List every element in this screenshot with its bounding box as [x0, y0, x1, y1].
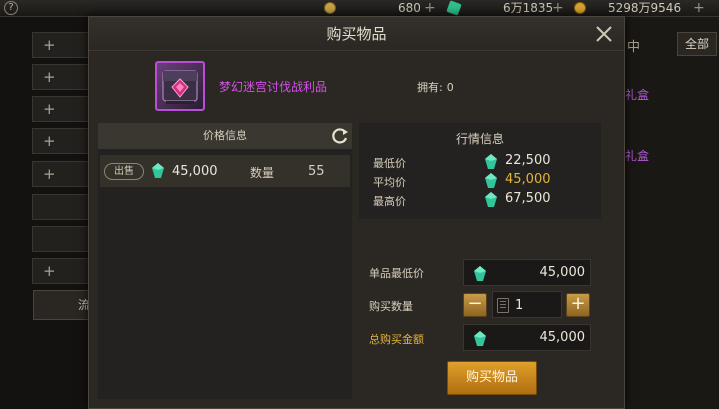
- help-icon[interactable]: ?: [4, 1, 18, 15]
- market-value-min: 22,500: [505, 153, 551, 168]
- left-bottom-button[interactable]: 流: [33, 290, 91, 320]
- green-gem-icon: [485, 154, 497, 169]
- slot-add-4[interactable]: +: [32, 128, 92, 154]
- market-value-max: 67,500: [505, 191, 551, 206]
- market-label-min: 最低价: [373, 157, 406, 170]
- market-row-min: 最低价 22,500: [359, 153, 601, 171]
- qty-input[interactable]: [515, 295, 555, 315]
- all-filter-button[interactable]: 全部: [677, 32, 717, 56]
- qty-stepper: [492, 291, 562, 318]
- calculator-icon[interactable]: [497, 298, 509, 313]
- green-gem-icon: [485, 173, 497, 188]
- add-currency2-button[interactable]: +: [552, 0, 564, 16]
- total-amount-label: 总购买金额: [369, 333, 424, 346]
- listing-qty-value: 55: [308, 164, 325, 179]
- decrease-qty-button[interactable]: −: [463, 293, 487, 317]
- slot-add-1[interactable]: +: [32, 32, 92, 58]
- listing-qty-label: 数量: [250, 166, 275, 180]
- top-currency-bar: ? 680 + 6万1835 + 5298万9546 +: [0, 0, 719, 17]
- market-value-avg: 45,000: [505, 172, 551, 187]
- owned-label: 拥有:: [417, 81, 443, 94]
- gold-coin-icon: [574, 2, 586, 14]
- increase-qty-button[interactable]: +: [566, 293, 590, 317]
- left-slot-list: + + + + + +: [32, 28, 92, 328]
- price-info-panel: 价格信息 出售 45,000 数量 55: [98, 123, 352, 399]
- slot-add-3[interactable]: +: [32, 96, 92, 122]
- listing-row[interactable]: 出售 45,000 数量 55: [100, 155, 350, 187]
- coin-icon: [324, 2, 336, 14]
- market-info-panel: 行情信息 最低价 22,500 平均价 45,000 最高价 67,500: [359, 123, 601, 219]
- owned-value: 0: [446, 81, 454, 94]
- listing-price: 45,000: [172, 164, 218, 179]
- green-gem-icon: [474, 266, 486, 281]
- refresh-icon[interactable]: [330, 126, 350, 146]
- add-currency1-button[interactable]: +: [424, 0, 436, 16]
- slot-add-2[interactable]: +: [32, 64, 92, 90]
- currency2-value: 6万1835: [503, 1, 554, 15]
- unit-min-price-label: 单品最低价: [369, 267, 424, 280]
- list-item-fragment-1[interactable]: 礼盒: [625, 86, 649, 103]
- treasure-chest-icon: [155, 61, 205, 111]
- green-gem-icon: [485, 192, 497, 207]
- unit-min-price-field: 45,000: [463, 259, 591, 286]
- sell-tag: 出售: [104, 163, 144, 180]
- green-gem-icon: [474, 331, 486, 346]
- slot-empty-7[interactable]: [32, 226, 92, 252]
- tab-fragment[interactable]: 中: [627, 36, 640, 55]
- buy-item-button[interactable]: 购买物品: [447, 361, 537, 395]
- price-info-title: 价格信息: [203, 129, 247, 142]
- owned-count: 拥有: 0: [417, 79, 454, 95]
- market-row-avg: 平均价 45,000: [359, 172, 601, 190]
- add-currency3-button[interactable]: +: [693, 0, 705, 16]
- market-info-title: 行情信息: [455, 132, 504, 146]
- currency1-value: 680: [398, 1, 421, 15]
- total-amount-value: 45,000: [539, 330, 586, 345]
- market-label-max: 最高价: [373, 195, 406, 208]
- slot-empty-6[interactable]: [32, 194, 92, 220]
- market-row-max: 最高价 67,500: [359, 191, 601, 209]
- slot-add-8[interactable]: +: [32, 258, 92, 284]
- dialog-title: 购买物品: [326, 25, 387, 43]
- total-amount-field: 45,000: [463, 324, 591, 351]
- close-icon[interactable]: [594, 24, 614, 44]
- market-label-avg: 平均价: [373, 176, 406, 189]
- list-item-fragment-2[interactable]: 礼盒: [625, 147, 649, 164]
- green-gem-icon: [446, 0, 462, 16]
- buy-item-dialog: 购买物品 梦幻迷宫讨伐战利品 拥有: 0 价格信息 出售 45,000 数量 5…: [88, 16, 625, 409]
- green-gem-icon: [152, 163, 164, 178]
- item-name: 梦幻迷宫讨伐战利品: [219, 80, 328, 94]
- unit-min-price-value: 45,000: [539, 265, 586, 280]
- currency3-value: 5298万9546: [608, 1, 682, 15]
- buy-qty-label: 购买数量: [369, 300, 413, 313]
- right-background-list: 中 全部 礼盒 礼盒: [625, 17, 719, 409]
- slot-add-5[interactable]: +: [32, 161, 92, 187]
